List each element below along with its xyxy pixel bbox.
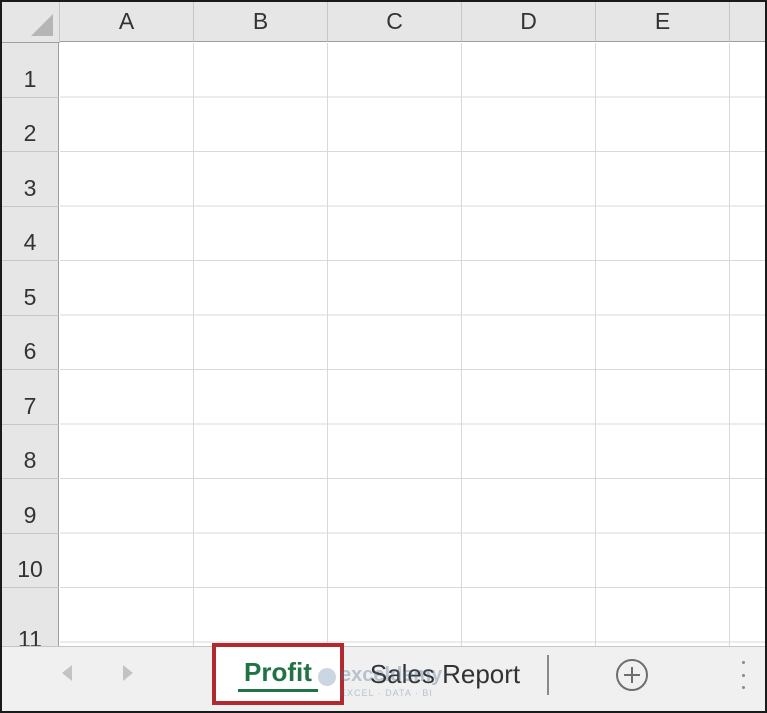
sheet-tab-profit[interactable]: Profit [212, 643, 344, 705]
row-header-8[interactable]: 8 [2, 424, 59, 479]
row-label: 4 [23, 229, 37, 255]
row-header-6[interactable]: 6 [2, 315, 59, 370]
row-header-2[interactable]: 2 [2, 97, 59, 152]
column-label: E [654, 8, 671, 34]
select-all-button[interactable] [2, 2, 60, 43]
cell-grid[interactable] [60, 43, 765, 646]
row-label: 10 [17, 556, 43, 582]
column-header-d[interactable]: D [462, 2, 596, 42]
sheet-tab-bar: Profit Sales Report [2, 643, 765, 711]
row-header-4[interactable]: 4 [2, 206, 59, 261]
sheet-tab-sales-report[interactable]: Sales Report [352, 659, 538, 689]
spreadsheet-window: A B C D E 1 2 3 4 5 6 7 8 9 10 11 Profit… [0, 0, 767, 713]
sheet-tab-label: Profit [244, 657, 312, 687]
row-header-11[interactable]: 11 [2, 588, 59, 646]
row-header-5[interactable]: 5 [2, 261, 59, 316]
column-label: A [118, 8, 135, 34]
row-header-9[interactable]: 9 [2, 479, 59, 534]
sheet-tab-label: Sales Report [369, 659, 521, 689]
row-label: 11 [18, 626, 42, 646]
row-label: 2 [23, 120, 37, 146]
row-label: 1 [23, 65, 37, 92]
scroll-right-icon[interactable] [123, 665, 133, 681]
column-label: B [252, 8, 269, 34]
active-tab-underline [238, 689, 318, 692]
row-label: 9 [23, 501, 37, 528]
row-label: 7 [23, 392, 37, 419]
column-header-f-partial[interactable] [730, 2, 765, 42]
column-header-c[interactable]: C [328, 2, 462, 42]
scroll-left-icon[interactable] [62, 665, 72, 681]
vertical-ellipsis-icon[interactable] [740, 661, 746, 689]
column-label: C [386, 8, 403, 34]
row-label: 3 [23, 174, 37, 201]
column-header-b[interactable]: B [194, 2, 328, 42]
row-label: 5 [23, 283, 37, 310]
row-label: 8 [23, 447, 37, 473]
row-header-10[interactable]: 10 [2, 533, 59, 588]
column-header-a[interactable]: A [60, 2, 194, 42]
plus-circle-icon[interactable] [616, 659, 648, 691]
row-label: 6 [23, 338, 37, 364]
column-label: D [520, 8, 537, 34]
column-header-e[interactable]: E [596, 2, 730, 42]
tab-divider [547, 655, 549, 695]
select-all-triangle-icon [31, 14, 53, 36]
row-header-7[interactable]: 7 [2, 370, 59, 425]
row-header-3[interactable]: 3 [2, 152, 59, 207]
row-header-1[interactable]: 1 [2, 43, 59, 98]
